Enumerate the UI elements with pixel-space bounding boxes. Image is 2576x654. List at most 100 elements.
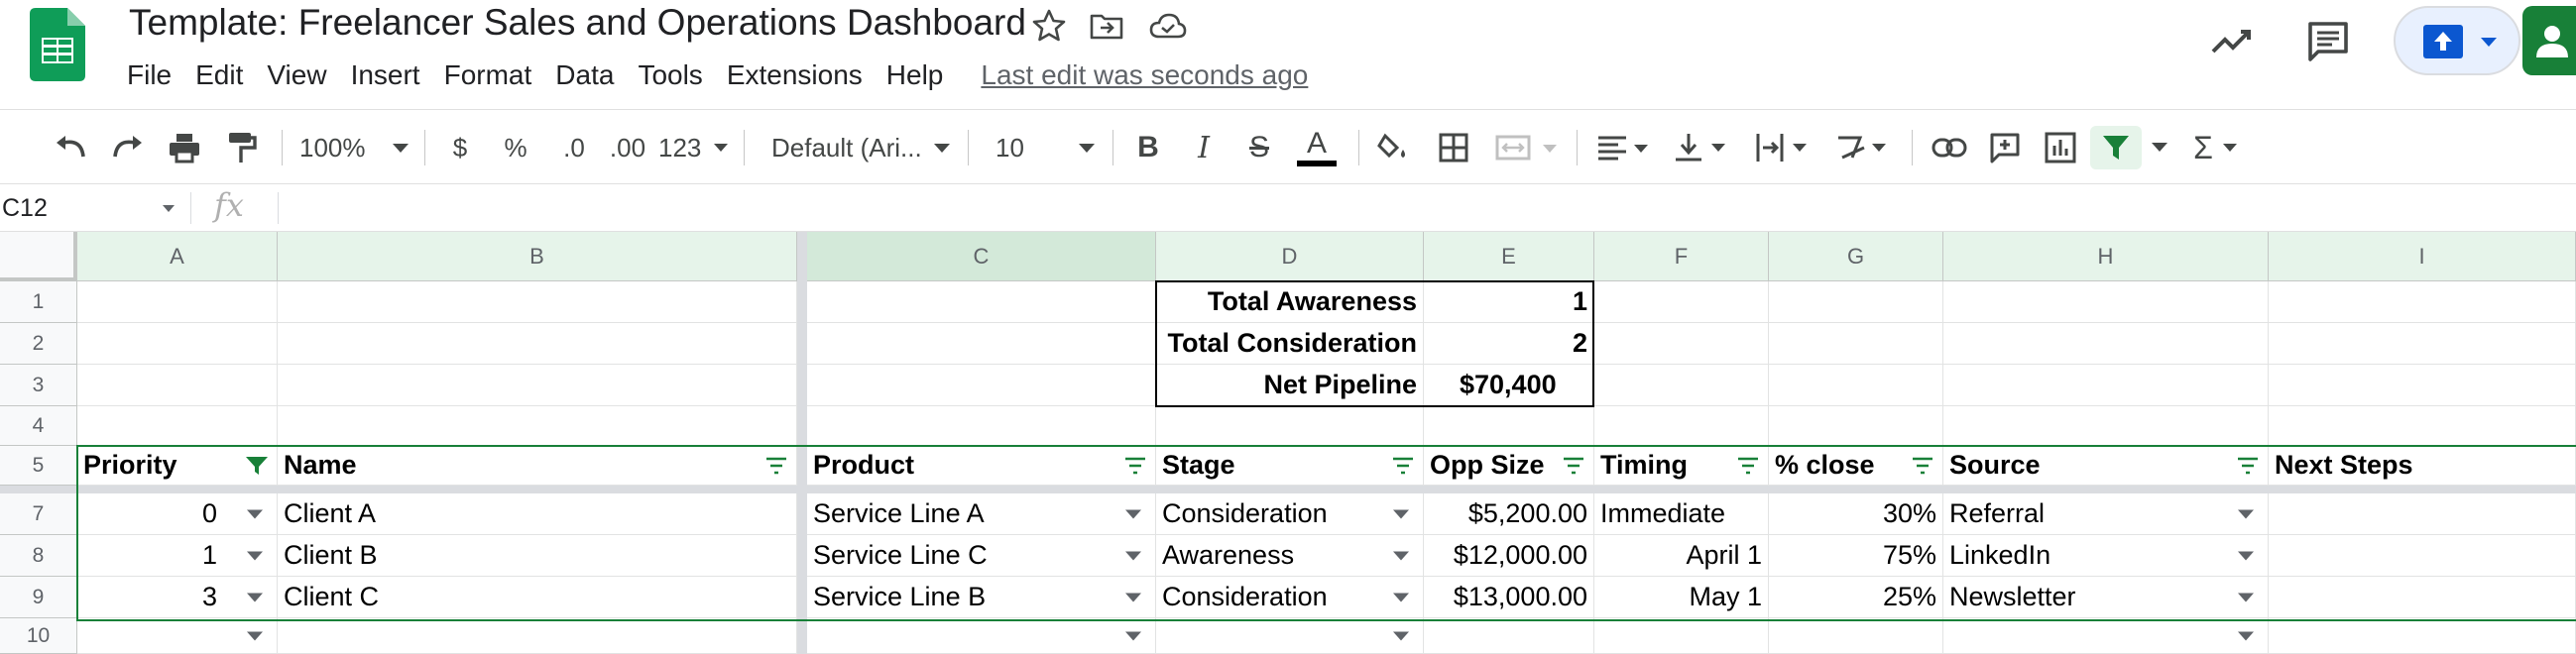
menu-extensions[interactable]: Extensions — [715, 59, 875, 91]
more-formats-button[interactable]: 123 — [658, 126, 728, 169]
cell-c4[interactable] — [807, 406, 1156, 446]
row-header-9[interactable]: 9 — [0, 577, 77, 618]
menu-data[interactable]: Data — [543, 59, 626, 91]
column-header-d[interactable]: D — [1156, 232, 1424, 281]
cell-g1[interactable] — [1769, 281, 1943, 323]
cell-i3[interactable] — [2269, 365, 2576, 406]
column-header-i[interactable]: I — [2269, 232, 2576, 281]
cell-g4[interactable] — [1769, 406, 1943, 446]
cell-a3[interactable] — [77, 365, 278, 406]
dropdown-arrow-icon[interactable] — [2238, 631, 2254, 640]
text-color-button[interactable]: A — [1295, 126, 1339, 169]
row-header-4[interactable]: 4 — [0, 406, 77, 446]
cell-a1[interactable] — [77, 281, 278, 323]
sheets-logo-icon[interactable] — [30, 8, 85, 81]
filter-dropdown-icon[interactable] — [2148, 126, 2171, 169]
row-header-7[interactable]: 7 — [0, 493, 77, 535]
percent-format-button[interactable]: % — [496, 126, 535, 169]
comments-icon[interactable] — [2304, 18, 2352, 65]
name-box[interactable]: C12 — [0, 190, 178, 226]
cell-h1[interactable] — [1943, 281, 2269, 323]
cell-h2[interactable] — [1943, 323, 2269, 365]
cell-c2[interactable] — [807, 323, 1156, 365]
cell-c1[interactable] — [807, 281, 1156, 323]
document-title[interactable]: Template: Freelancer Sales and Operation… — [129, 2, 1026, 44]
cell-f1[interactable] — [1594, 281, 1769, 323]
cell-i2[interactable] — [2269, 323, 2576, 365]
zoom-select[interactable]: 100% — [299, 126, 409, 169]
redo-icon[interactable] — [105, 126, 149, 169]
column-header-h[interactable]: H — [1943, 232, 2269, 281]
text-rotation-icon[interactable] — [1832, 126, 1896, 169]
column-header-a[interactable]: A — [77, 232, 278, 281]
present-dropdown-icon[interactable] — [2481, 38, 2497, 47]
row-header-2[interactable]: 2 — [0, 323, 77, 365]
horizontal-align-icon[interactable] — [1594, 126, 1658, 169]
column-header-b[interactable]: B — [278, 232, 797, 281]
insert-chart-icon[interactable] — [2039, 126, 2082, 169]
decrease-decimal-button[interactable]: .0 — [551, 126, 597, 169]
borders-icon[interactable] — [1432, 126, 1475, 169]
menu-file[interactable]: File — [115, 59, 183, 91]
vertical-align-icon[interactable] — [1672, 126, 1735, 169]
cell-product[interactable] — [807, 618, 1156, 654]
select-all-corner[interactable] — [0, 232, 77, 281]
activity-trend-icon[interactable] — [2207, 18, 2255, 65]
cell-f4[interactable] — [1594, 406, 1769, 446]
insert-link-icon[interactable] — [1928, 126, 1971, 169]
cell-a4[interactable] — [77, 406, 278, 446]
cell-f3[interactable] — [1594, 365, 1769, 406]
insert-comment-icon[interactable] — [1983, 126, 2027, 169]
text-wrapping-icon[interactable] — [1753, 126, 1816, 169]
cell-a2[interactable] — [77, 323, 278, 365]
present-button[interactable] — [2394, 6, 2520, 75]
cell-e4[interactable] — [1424, 406, 1594, 446]
menu-format[interactable]: Format — [432, 59, 544, 91]
currency-format-button[interactable]: $ — [442, 126, 478, 169]
cell-opp-size[interactable] — [1424, 618, 1594, 654]
cell-source[interactable] — [1943, 618, 2269, 654]
cell-g3[interactable] — [1769, 365, 1943, 406]
cell-b4[interactable] — [278, 406, 797, 446]
dropdown-arrow-icon[interactable] — [1125, 631, 1141, 640]
row-header-8[interactable]: 8 — [0, 535, 77, 577]
merge-cells-icon[interactable] — [1491, 126, 1561, 169]
cloud-saved-icon[interactable] — [1148, 6, 1188, 46]
cell-g2[interactable] — [1769, 323, 1943, 365]
cell-stage[interactable] — [1156, 618, 1424, 654]
italic-button[interactable]: I — [1184, 126, 1224, 169]
print-icon[interactable] — [163, 126, 206, 169]
last-edit-link[interactable]: Last edit was seconds ago — [981, 59, 1308, 91]
row-header-5[interactable]: 5 — [0, 446, 77, 486]
cell-h3[interactable] — [1943, 365, 2269, 406]
filter-icon[interactable] — [2090, 126, 2142, 169]
dropdown-arrow-icon[interactable] — [1393, 631, 1409, 640]
cell-i4[interactable] — [2269, 406, 2576, 446]
cell-d4[interactable] — [1156, 406, 1424, 446]
font-size-select[interactable]: 10 — [995, 126, 1095, 169]
move-folder-icon[interactable] — [1087, 6, 1126, 46]
paint-format-icon[interactable] — [220, 126, 264, 169]
cell-b3[interactable] — [278, 365, 797, 406]
strikethrough-button[interactable]: S — [1239, 126, 1279, 169]
functions-button[interactable]: Σ — [2185, 126, 2245, 169]
fill-color-icon[interactable] — [1372, 126, 1416, 169]
column-header-g[interactable]: G — [1769, 232, 1943, 281]
cell-c3[interactable] — [807, 365, 1156, 406]
cell-name[interactable] — [278, 618, 797, 654]
row-header-3[interactable]: 3 — [0, 365, 77, 406]
bold-button[interactable]: B — [1128, 126, 1168, 169]
font-family-select[interactable]: Default (Ari... — [771, 126, 950, 169]
cell-b1[interactable] — [278, 281, 797, 323]
cell-f2[interactable] — [1594, 323, 1769, 365]
undo-icon[interactable] — [50, 126, 93, 169]
star-icon[interactable] — [1029, 6, 1069, 46]
menu-insert[interactable]: Insert — [339, 59, 432, 91]
cell-timing[interactable] — [1594, 618, 1769, 654]
share-button[interactable] — [2522, 6, 2576, 75]
menu-tools[interactable]: Tools — [626, 59, 714, 91]
column-header-c[interactable]: C — [807, 232, 1156, 281]
column-header-e[interactable]: E — [1424, 232, 1594, 281]
increase-decimal-button[interactable]: .00 — [605, 126, 650, 169]
cell-b2[interactable] — [278, 323, 797, 365]
